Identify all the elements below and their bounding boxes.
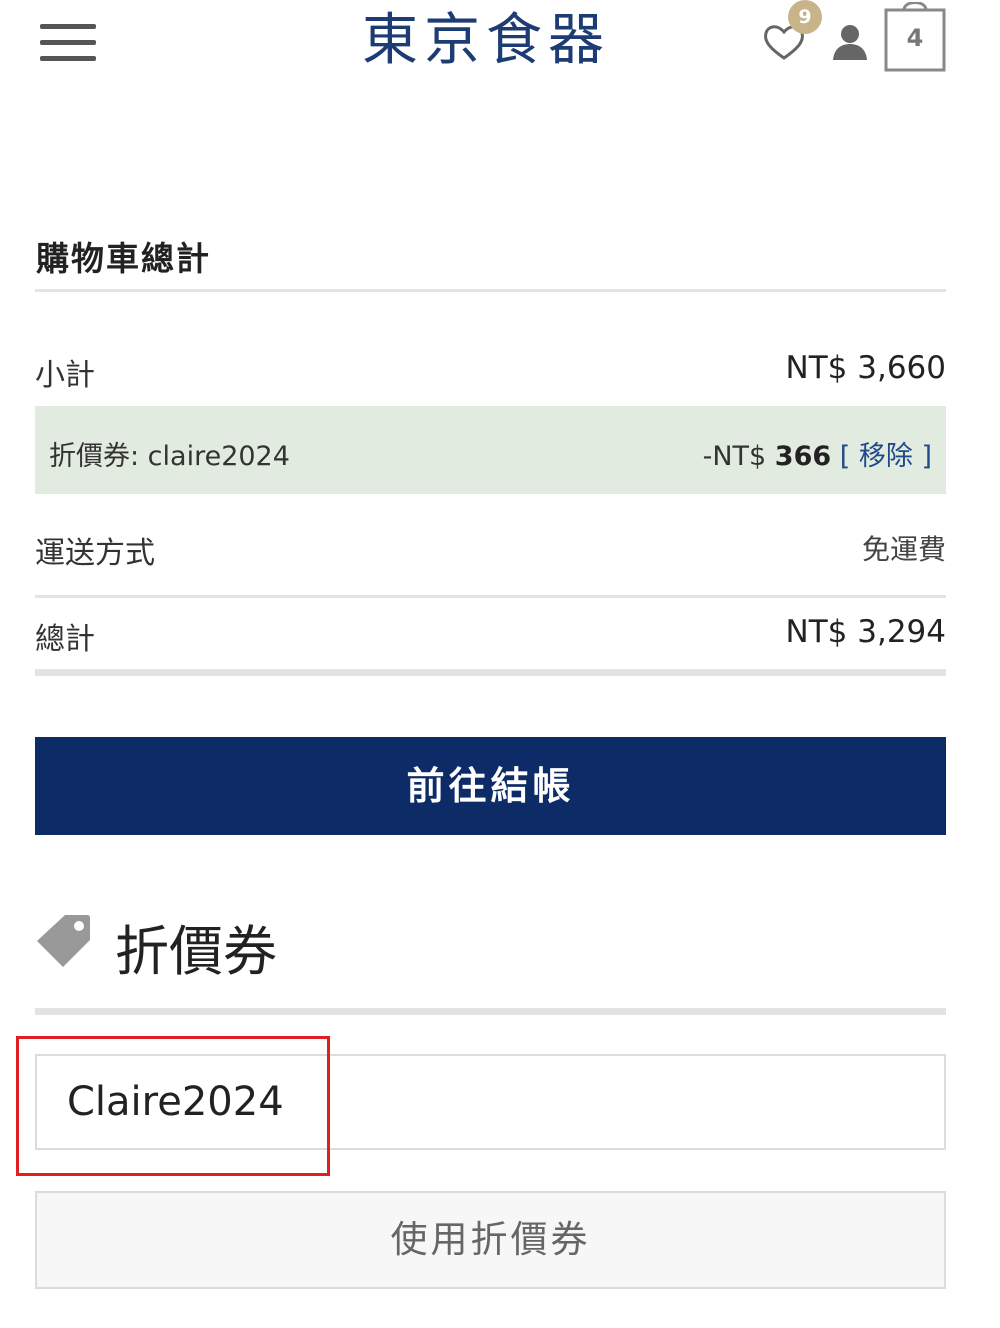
subtotal-label: 小計 — [35, 358, 95, 393]
site-logo[interactable]: 東京食器 — [362, 6, 622, 76]
wishlist-count-badge: 9 — [788, 0, 822, 34]
applied-coupon-label: 折價券: claire2024 — [49, 441, 290, 472]
divider — [35, 289, 946, 292]
shipping-label: 運送方式 — [35, 536, 155, 571]
coupon-section-title: 折價券 — [115, 920, 277, 983]
applied-coupon-value: -NT$ 366 [ 移除 ] — [703, 434, 932, 473]
cart-count: 4 — [906, 24, 924, 52]
divider — [35, 669, 946, 676]
total-value: NT$ 3,294 — [785, 614, 946, 650]
user-icon — [833, 25, 867, 60]
account-button[interactable] — [830, 22, 870, 62]
divider — [35, 595, 946, 598]
shipping-row: 運送方式 免運費 — [35, 528, 946, 572]
total-label: 總計 — [35, 622, 95, 657]
menu-icon[interactable] — [40, 22, 96, 64]
divider — [35, 1008, 946, 1015]
apply-coupon-button[interactable]: 使用折價券 — [35, 1191, 946, 1289]
wishlist-button[interactable]: 9 — [758, 0, 822, 70]
total-row: 總計 NT$ 3,294 — [35, 614, 946, 658]
remove-coupon-link[interactable]: [ 移除 ] — [840, 441, 932, 472]
subtotal-value: NT$ 3,660 — [785, 350, 946, 386]
cart-button[interactable]: 4 — [884, 2, 948, 72]
coupon-amount: 366 — [774, 441, 832, 472]
site-header: 東京食器 9 4 — [0, 0, 1000, 90]
coupon-amount-prefix: -NT$ — [702, 441, 775, 472]
applied-coupon-row: 折價券: claire2024 -NT$ 366 [ 移除 ] — [35, 406, 946, 494]
coupon-code-input[interactable] — [35, 1054, 946, 1150]
shipping-value: 免運費 — [861, 533, 946, 566]
proceed-to-checkout-button[interactable]: 前往結帳 — [35, 737, 946, 835]
cart-totals-title: 購物車總計 — [36, 239, 211, 278]
tag-icon — [37, 915, 90, 967]
subtotal-row: 小計 NT$ 3,660 — [35, 350, 946, 394]
